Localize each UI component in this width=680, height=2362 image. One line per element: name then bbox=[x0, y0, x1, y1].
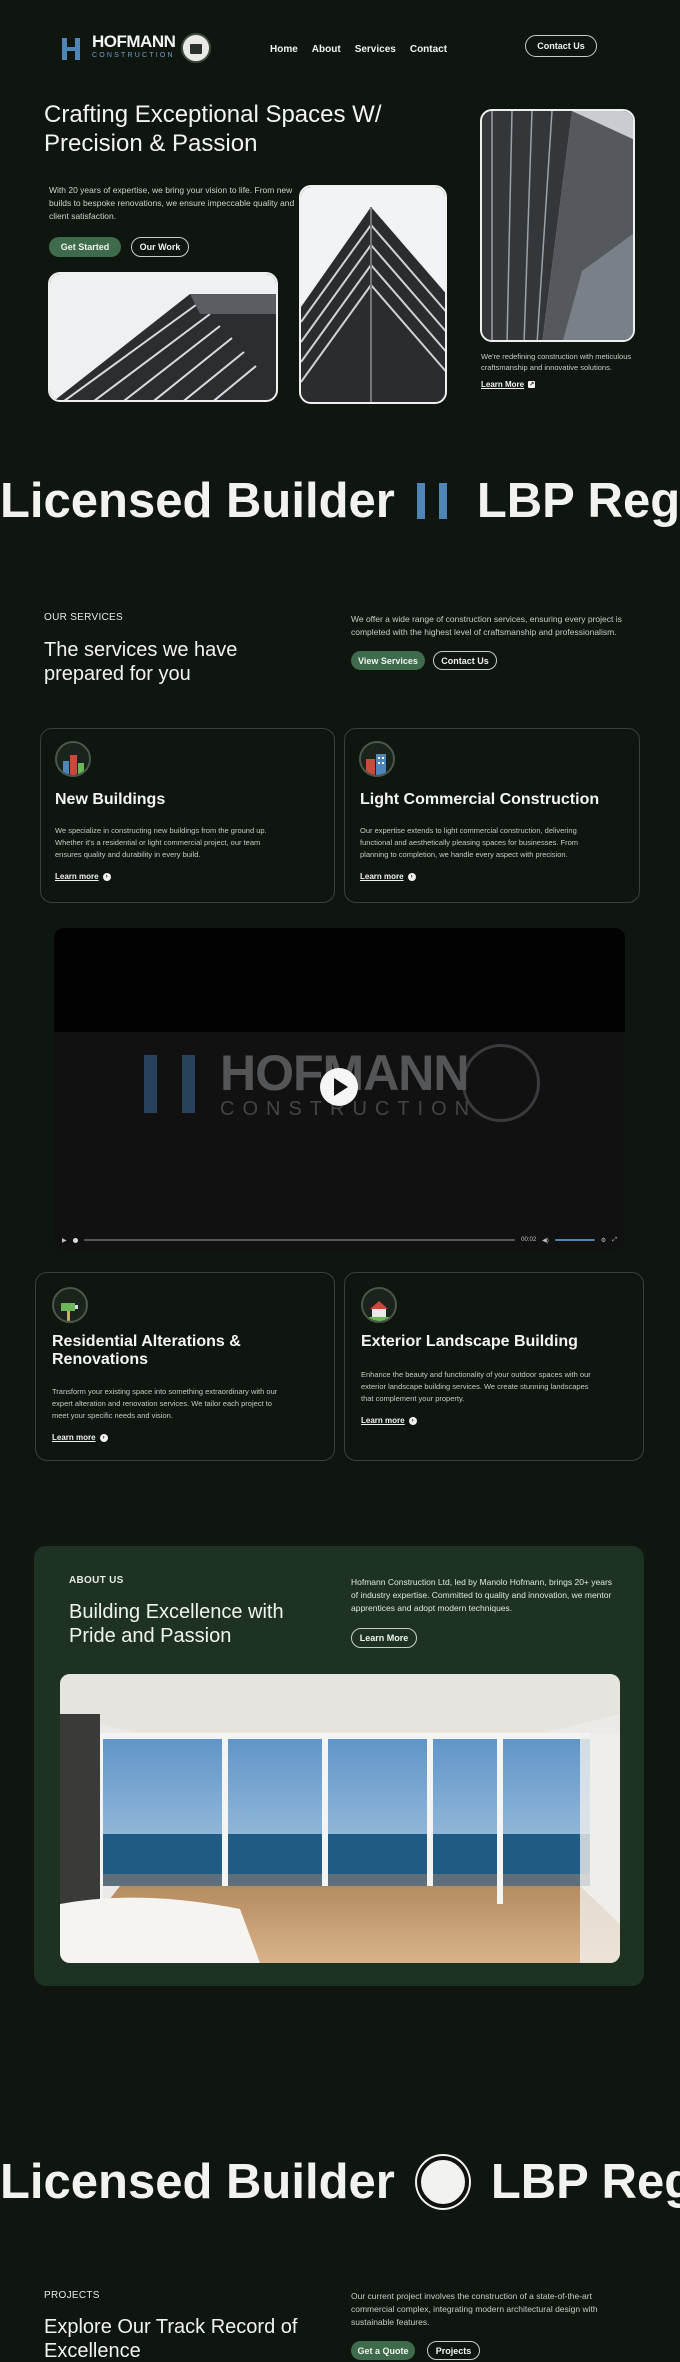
service-card-light-commercial[interactable]: Light Commercial Construction Our expert… bbox=[344, 728, 640, 903]
card-title: New Buildings bbox=[55, 791, 166, 808]
services-eyebrow: OUR SERVICES bbox=[44, 612, 123, 623]
card-learn-more-link[interactable]: Learn more › bbox=[52, 1433, 108, 1442]
renovation-paint-roller-icon bbox=[52, 1287, 88, 1323]
landscape-house-icon bbox=[361, 1287, 397, 1323]
learn-more-label: Learn more bbox=[55, 872, 99, 881]
nav-link-about[interactable]: About bbox=[312, 44, 341, 55]
arrow-right-icon: › bbox=[408, 1416, 417, 1425]
get-started-button[interactable]: Get Started bbox=[49, 237, 121, 257]
hero-side-text: We're redefining construction with metic… bbox=[481, 352, 632, 372]
certification-badge-icon bbox=[181, 33, 211, 63]
main-nav: Home About Services Contact bbox=[270, 44, 447, 55]
projects-button[interactable]: Projects bbox=[427, 2341, 480, 2360]
seek-handle[interactable] bbox=[72, 1237, 78, 1243]
video-brand-mark-icon bbox=[144, 1055, 208, 1113]
hero-photo-building-tall bbox=[299, 185, 447, 404]
hero-title: Crafting Exceptional Spaces W/ Precision… bbox=[44, 101, 382, 157]
card-description: Our expertise extends to light commercia… bbox=[360, 826, 579, 859]
services-contact-us-button[interactable]: Contact Us bbox=[433, 651, 497, 670]
learn-more-label: Learn More bbox=[481, 380, 525, 389]
play-button-icon[interactable] bbox=[320, 1068, 358, 1106]
commercial-buildings-icon bbox=[359, 741, 395, 777]
about-section: ABOUT US Building Excellence with Pride … bbox=[34, 1546, 644, 1986]
learn-more-label: Learn more bbox=[361, 1416, 405, 1425]
new-buildings-icon bbox=[55, 741, 91, 777]
hero-photo-skyscraper bbox=[480, 109, 635, 342]
volume-icon[interactable]: ◀) bbox=[542, 1237, 549, 1244]
logo-mark[interactable] bbox=[62, 38, 88, 60]
card-description: We specialize in constructing new buildi… bbox=[55, 826, 267, 859]
view-services-button[interactable]: View Services bbox=[351, 651, 425, 670]
arrow-right-icon: › bbox=[102, 872, 111, 881]
promo-video-player[interactable]: HOFMANN CONSTRUCTION ▶ 00:02 ◀) ⚙ ⤢ bbox=[54, 928, 625, 1250]
contact-us-button[interactable]: Contact Us bbox=[525, 35, 597, 57]
card-title: Light Commercial Construction bbox=[360, 791, 600, 808]
marquee-text-right: LBP Regis bbox=[476, 474, 680, 528]
service-card-new-buildings[interactable]: New Buildings We specialize in construct… bbox=[40, 728, 335, 903]
brand-logo[interactable]: HOFMANN CONSTRUCTION bbox=[92, 32, 176, 60]
marquee-text-right: LBP Regis bbox=[490, 2155, 680, 2209]
nav-link-contact[interactable]: Contact bbox=[410, 44, 447, 55]
video-certification-seal-icon bbox=[462, 1044, 540, 1122]
nav-link-services[interactable]: Services bbox=[355, 44, 396, 55]
external-link-icon: ↗ bbox=[528, 381, 536, 388]
about-learn-more-button[interactable]: Learn More bbox=[351, 1628, 417, 1648]
fullscreen-icon[interactable]: ⤢ bbox=[612, 1237, 617, 1244]
about-eyebrow: ABOUT US bbox=[69, 1575, 124, 1586]
projects-eyebrow: PROJECTS bbox=[44, 2290, 100, 2301]
video-brand-logo: HOFMANN CONSTRUCTION bbox=[144, 1048, 477, 1120]
hero-photo-building-wide bbox=[48, 272, 278, 402]
marquee-text-left: Licensed Builder bbox=[0, 2155, 395, 2209]
card-learn-more-link[interactable]: Learn more › bbox=[55, 872, 111, 881]
licensed-builder-marquee-2: Licensed Builder LBP Regis bbox=[0, 2152, 680, 2212]
about-interior-photo bbox=[60, 1674, 620, 1963]
arrow-right-icon: › bbox=[407, 872, 416, 881]
projects-title: Explore Our Track Record of Excellence bbox=[44, 2316, 298, 2362]
get-a-quote-button[interactable]: Get a Quote bbox=[351, 2341, 415, 2360]
volume-slider[interactable] bbox=[554, 1239, 595, 1241]
video-time: 00:02 bbox=[521, 1237, 537, 1243]
services-title: The services we have prepared for you bbox=[44, 639, 238, 685]
about-title: Building Excellence with Pride and Passi… bbox=[69, 1601, 284, 1647]
play-control-icon[interactable]: ▶ bbox=[62, 1237, 67, 1244]
settings-icon[interactable]: ⚙ bbox=[601, 1237, 606, 1244]
card-description: Enhance the beauty and functionality of … bbox=[361, 1370, 591, 1403]
hero-learn-more-link[interactable]: Learn More ↗ bbox=[481, 380, 536, 389]
card-title: Exterior Landscape Building bbox=[361, 1333, 578, 1350]
about-description: Hofmann Construction Ltd, led by Manolo … bbox=[351, 1577, 613, 1613]
services-description: We offer a wide range of construction se… bbox=[351, 614, 622, 637]
card-learn-more-link[interactable]: Learn more › bbox=[360, 872, 416, 881]
marquee-text-left: Licensed Builder bbox=[0, 474, 395, 528]
nav-link-home[interactable]: Home bbox=[270, 44, 298, 55]
card-description: Transform your existing space into somet… bbox=[52, 1387, 278, 1420]
seek-bar[interactable] bbox=[83, 1239, 516, 1241]
learn-more-label: Learn more bbox=[360, 872, 404, 881]
service-card-exterior-landscape[interactable]: Exterior Landscape Building Enhance the … bbox=[344, 1272, 644, 1461]
our-work-button[interactable]: Our Work bbox=[131, 237, 189, 257]
learn-more-label: Learn more bbox=[52, 1433, 96, 1442]
projects-description: Our current project involves the constru… bbox=[351, 2291, 598, 2327]
card-title: Residential Alterations & Renovations bbox=[52, 1333, 241, 1368]
certification-seal-icon bbox=[416, 2156, 469, 2208]
licensed-builder-marquee: Licensed Builder LBP Regis bbox=[0, 471, 680, 531]
card-learn-more-link[interactable]: Learn more › bbox=[361, 1416, 417, 1425]
video-controls: ▶ 00:02 ◀) ⚙ ⤢ bbox=[54, 1230, 625, 1250]
brand-mark-icon bbox=[416, 483, 455, 519]
brand-name: HOFMANN bbox=[92, 32, 176, 51]
hero-description: With 20 years of expertise, we bring you… bbox=[49, 185, 295, 221]
service-card-residential-alterations[interactable]: Residential Alterations & Renovations Tr… bbox=[35, 1272, 335, 1461]
brand-subtitle: CONSTRUCTION bbox=[92, 52, 175, 59]
arrow-right-icon: › bbox=[99, 1433, 108, 1442]
